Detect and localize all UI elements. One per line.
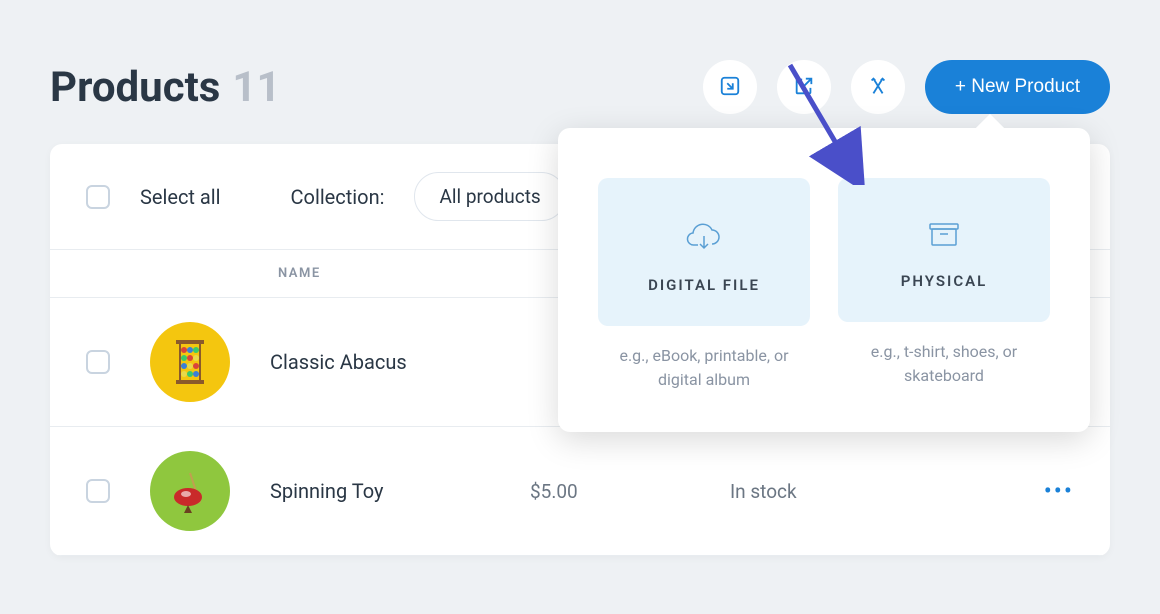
product-price: $5.00: [530, 480, 730, 503]
option-description: e.g., eBook, printable, or digital album: [598, 344, 810, 392]
collection-select[interactable]: All products: [414, 172, 565, 221]
collection-filter-label: Collection:: [291, 185, 385, 209]
product-name: Classic Abacus: [270, 350, 530, 374]
product-thumbnail: [150, 322, 230, 402]
option-description: e.g., t-shirt, shoes, or skateboard: [838, 340, 1050, 388]
product-name: Spinning Toy: [270, 479, 530, 503]
column-name-header: NAME: [278, 266, 321, 281]
option-title: PHYSICAL: [838, 272, 1050, 290]
row-actions-button[interactable]: •••: [1044, 477, 1074, 505]
shuffle-icon: [867, 75, 889, 100]
product-count: 11: [232, 63, 280, 112]
export-button[interactable]: [777, 60, 831, 114]
new-product-popover: DIGITAL FILE e.g., eBook, printable, or …: [558, 128, 1090, 432]
box-icon: [838, 222, 1050, 248]
new-product-button[interactable]: + New Product: [925, 60, 1110, 114]
product-thumbnail: [150, 451, 230, 531]
digital-file-option[interactable]: DIGITAL FILE e.g., eBook, printable, or …: [598, 178, 810, 392]
shuffle-button[interactable]: [851, 60, 905, 114]
cloud-download-icon: [598, 222, 810, 252]
option-title: DIGITAL FILE: [598, 276, 810, 294]
select-all-label: Select all: [140, 185, 221, 209]
select-all-checkbox[interactable]: [86, 185, 110, 209]
page-title-wrap: Products 11: [50, 63, 281, 112]
page-title: Products: [50, 63, 220, 112]
product-stock: In stock: [730, 480, 930, 503]
physical-option[interactable]: PHYSICAL e.g., t-shirt, shoes, or skateb…: [838, 178, 1050, 392]
row-checkbox[interactable]: [86, 350, 110, 374]
import-button[interactable]: [703, 60, 757, 114]
row-checkbox[interactable]: [86, 479, 110, 503]
table-row[interactable]: Spinning Toy $5.00 In stock •••: [50, 427, 1110, 556]
export-icon: [793, 75, 815, 100]
import-icon: [719, 75, 741, 100]
